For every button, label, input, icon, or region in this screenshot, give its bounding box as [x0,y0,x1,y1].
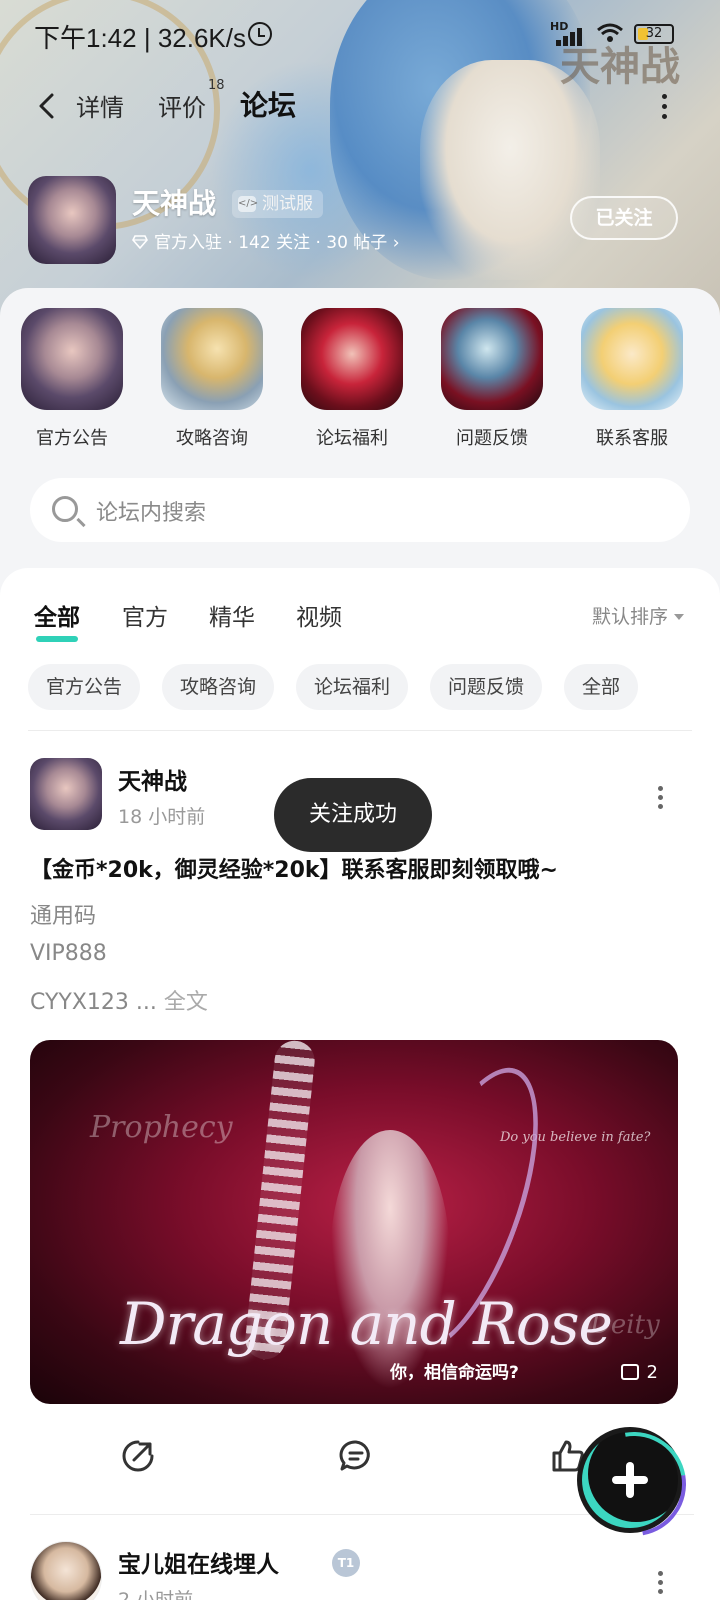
shortcut-announcements[interactable]: 官方公告 [12,308,132,450]
author-name[interactable]: 宝儿姐在线埋人 [118,1545,279,1579]
image-count: 2 [620,1362,658,1383]
thumbs-up-icon [552,1440,584,1472]
gallery-icon [620,1364,639,1380]
portrait-icon [21,308,123,410]
app-name: 天神战 [132,187,217,220]
image-caption: 你，相信命运吗? [390,1363,519,1383]
portrait-icon [161,308,263,410]
chip-all[interactable]: 全部 [564,664,639,710]
share-icon [122,1440,154,1472]
post-time: 18 小时前 [118,806,206,828]
server-tag: </> 测试服 [232,190,323,218]
read-more-link[interactable]: 全文 [164,990,208,1015]
signal-icon [552,20,588,46]
image-title: Dragon and Rose [120,1290,613,1358]
search-placeholder: 论坛内搜索 [96,501,207,526]
status-time: 下午1:42 | 32.6K/s [34,23,246,53]
feed-tab-all[interactable]: 全部 [34,598,80,642]
author-name[interactable]: 天神战 [118,762,187,796]
search-icon [52,496,78,522]
shortcut-guides[interactable]: 攻略咨询 [152,308,272,450]
portrait-icon [301,308,403,410]
divider [28,730,692,731]
chip-announcements[interactable]: 官方公告 [28,664,141,710]
follow-button[interactable]: 已关注 [570,196,678,240]
battery-icon: 32 [634,24,674,44]
comment-button[interactable] [338,1438,374,1478]
battery-text: 32 [645,26,663,41]
post-time: 2 小时前 [118,1589,194,1600]
tab-details[interactable]: 详情 [76,88,124,123]
chevron-right-icon: › [392,233,400,253]
tab-reviews[interactable]: 评价 [158,88,206,123]
status-bar: 下午1:42 | 32.6K/s HD 32 [0,0,720,72]
chip-benefits[interactable]: 论坛福利 [296,664,409,710]
feed-tab-featured[interactable]: 精华 [209,598,255,632]
level-badge: T1 [332,1549,360,1577]
alarm-icon [248,22,272,46]
post-more-icon[interactable] [658,1571,664,1597]
chip-feedback[interactable]: 问题反馈 [430,664,543,710]
feed-tab-video[interactable]: 视频 [296,598,342,632]
author-avatar[interactable] [30,758,102,830]
chip-guides[interactable]: 攻略咨询 [162,664,275,710]
shortcut-support[interactable]: 联系客服 [572,308,692,450]
post-body-line: CYYX123 ... 全文 [30,990,208,1015]
shortcut-row: 官方公告 攻略咨询 论坛福利 问题反馈 联系客服 [0,308,720,450]
author-avatar[interactable] [30,1541,102,1600]
app-icon [28,176,116,264]
code-icon: </> [238,196,258,212]
app-header: 天神战 </> 测试服 官方入驻 · 142 关注 · 30 帖子 › 已关注 [28,176,708,266]
post-image[interactable]: Prophecy Do you believe in fate? Deity D… [30,1040,678,1404]
post-body-line: 通用码 [30,904,97,929]
sort-dropdown[interactable]: 默认排序 [592,602,684,629]
portrait-icon [581,308,683,410]
shortcut-benefits[interactable]: 论坛福利 [292,308,412,450]
diamond-icon [132,235,148,249]
like-button[interactable]: 3 [550,1438,608,1478]
share-button[interactable] [120,1438,156,1478]
portrait-icon [441,308,543,410]
top-nav: 详情 评价 18 论坛 [0,78,720,138]
post-body-line: VIP888 [30,941,107,966]
feed-tab-official[interactable]: 官方 [122,598,168,632]
forum-search[interactable]: 论坛内搜索 [30,478,690,542]
create-post-button[interactable] [582,1432,678,1528]
app-meta[interactable]: 官方入驻 · 142 关注 · 30 帖子 › [132,228,400,253]
wifi-icon [597,23,623,42]
tab-forum[interactable]: 论坛 [237,84,299,124]
more-menu-icon[interactable] [662,94,668,122]
back-icon[interactable] [34,92,62,120]
shortcut-feedback[interactable]: 问题反馈 [432,308,552,450]
forum-panel: 官方公告 攻略咨询 论坛福利 问题反馈 联系客服 论坛内搜索 全部 官方 精华 … [0,288,720,1600]
toast-message: 关注成功 [274,778,432,852]
tab-reviews-count: 18 [208,78,225,93]
post-title[interactable]: 【金币*20k，御灵经验*20k】联系客服即刻领取哦~ [30,852,694,884]
image-text-prophecy: Prophecy [90,1110,233,1145]
post-more-icon[interactable] [658,786,664,812]
comment-icon [339,1440,370,1471]
